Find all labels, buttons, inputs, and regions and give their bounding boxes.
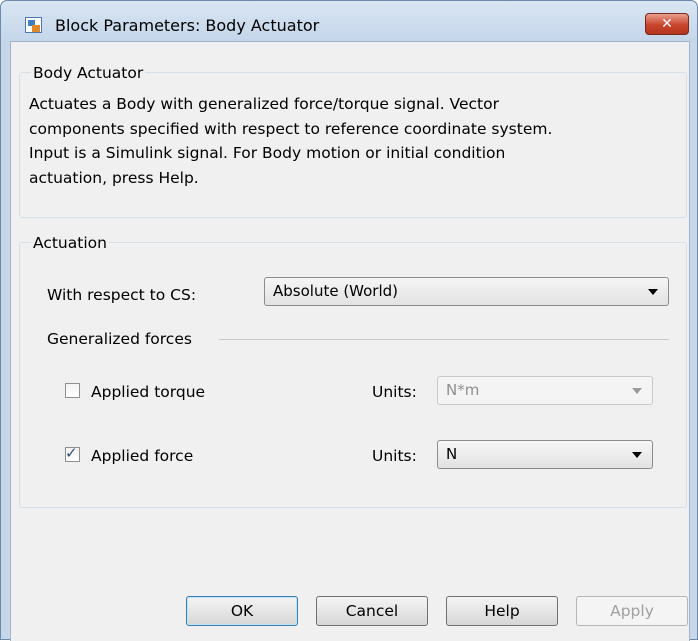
torque-units-label: Units: [372,383,417,401]
force-units-label: Units: [372,447,417,465]
block-description: Actuates a Body with generalized force/t… [29,95,553,187]
actuation-legend: Actuation [31,234,109,252]
applied-torque-label: Applied torque [91,383,206,401]
applied-force-label: Applied force [91,447,194,465]
chevron-down-icon [648,289,658,295]
simulink-block-icon [25,17,42,33]
force-units-value: N [446,445,458,463]
generalized-forces-label: Generalized forces [47,330,192,348]
window-title: Block Parameters: Body Actuator [55,16,320,35]
apply-button: Apply [576,596,688,626]
close-icon: ✕ [661,16,673,32]
chevron-down-icon [632,452,642,458]
chevron-down-icon [632,388,642,394]
torque-units-value: N*m [446,381,480,399]
applied-torque-checkbox[interactable] [65,383,80,398]
ok-button[interactable]: OK [186,596,298,626]
applied-force-checkbox[interactable]: ✓ [65,444,80,462]
title-bar[interactable]: Block Parameters: Body Actuator ✕ [1,1,697,41]
close-button[interactable]: ✕ [645,13,689,35]
force-units-dropdown[interactable]: N [437,440,653,469]
cs-label: With respect to CS: [47,286,197,304]
dialog-window: Block Parameters: Body Actuator ✕ Body A… [0,0,698,641]
cs-dropdown[interactable]: Absolute (World) [264,277,669,306]
help-button[interactable]: Help [446,596,558,626]
cancel-button[interactable]: Cancel [316,596,428,626]
cs-dropdown-value: Absolute (World) [273,282,399,300]
body-actuator-legend: Body Actuator [31,64,146,82]
torque-units-dropdown: N*m [437,376,653,405]
generalized-forces-divider [219,339,669,340]
check-icon: ✓ [65,444,78,462]
